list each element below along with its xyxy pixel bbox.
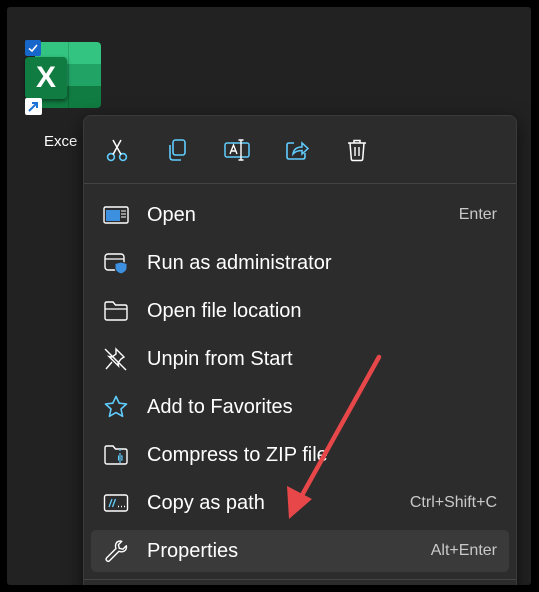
menu-item-label: Open [147, 204, 196, 226]
menu-item-label: Properties [147, 540, 239, 562]
menu-item-compress-to-zip[interactable]: Compress to ZIP file [91, 434, 509, 476]
menu-item-open-file-location[interactable]: Open file location [91, 290, 509, 332]
share-button[interactable] [279, 132, 315, 168]
wrench-icon [105, 540, 128, 563]
screenshot-frame: X Exce Open Enter Run as administrator O… [7, 7, 531, 585]
copy-button[interactable] [159, 132, 195, 168]
menu-item-run-as-administrator[interactable]: Run as administrator [91, 242, 509, 284]
desktop-icon-label: Exce [44, 133, 78, 150]
rename-button[interactable] [219, 132, 255, 168]
menu-item-copy-as-path[interactable]: Copy as path Ctrl+Shift+C [91, 482, 509, 524]
menu-separator [84, 183, 516, 184]
menu-item-unpin-from-start[interactable]: Unpin from Start [91, 338, 509, 380]
folder-icon [104, 301, 128, 321]
cut-icon [106, 139, 128, 162]
open-icon [103, 206, 129, 224]
context-menu-toolbar [84, 116, 516, 182]
menu-item-shortcut: Ctrl+Shift+C [409, 494, 497, 511]
menu-item-open[interactable]: Open Enter [91, 194, 509, 236]
menu-item-add-to-favorites[interactable]: Add to Favorites [91, 386, 509, 428]
shortcut-arrow-icon [25, 98, 42, 115]
context-menu: Open Enter Run as administrator Open fil… [83, 115, 517, 585]
zip-icon [104, 445, 128, 465]
cut-button[interactable] [99, 132, 135, 168]
copy-icon [169, 139, 186, 161]
excel-x-logo-icon: X [25, 57, 67, 99]
menu-item-shortcut: Alt+Enter [430, 542, 497, 559]
menu-item-label: Add to Favorites [147, 396, 293, 418]
star-icon [104, 395, 128, 418]
menu-item-label: Compress to ZIP file [147, 444, 328, 466]
rename-icon [224, 139, 250, 161]
copy-path-icon [103, 494, 129, 512]
menu-item-label: Run as administrator [147, 252, 332, 274]
share-icon [286, 141, 310, 160]
unpin-icon [104, 347, 127, 371]
menu-item-label: Unpin from Start [147, 348, 293, 370]
menu-item-label: Open file location [147, 300, 302, 322]
menu-item-shortcut: Enter [458, 206, 497, 223]
delete-button[interactable] [339, 132, 375, 168]
delete-icon [348, 139, 366, 162]
shield-icon [104, 253, 128, 275]
menu-item-label: Copy as path [147, 492, 265, 514]
selection-checkbox-icon[interactable] [25, 40, 41, 56]
menu-item-properties[interactable]: Properties Alt+Enter [91, 530, 509, 572]
menu-separator [84, 579, 516, 580]
